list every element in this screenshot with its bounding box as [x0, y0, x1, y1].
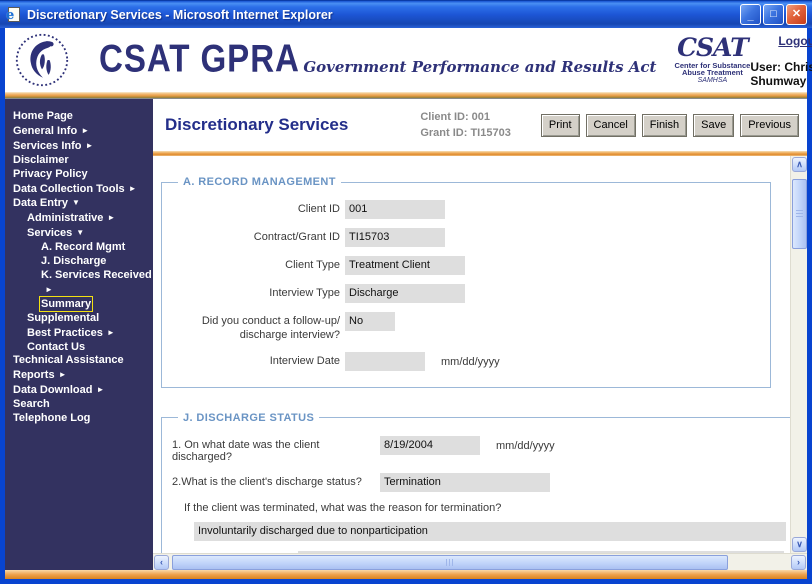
vertical-scrollbar[interactable]: ∧ ∨: [790, 156, 807, 553]
save-button[interactable]: Save: [693, 114, 734, 137]
sidebar-item-home-page[interactable]: Home Page: [13, 110, 151, 124]
field-row: Interview Date mm/dd/yyyy: [172, 352, 760, 371]
client-grant-ids: Client ID: 001 Grant ID: TI15703: [420, 109, 510, 142]
record-management-section: A. RECORD MANAGEMENT Client ID 001 Contr…: [161, 176, 771, 388]
expand-icon: ►: [81, 124, 89, 138]
window-title: Discretionary Services - Microsoft Inter…: [27, 8, 740, 22]
field-row: Did you conduct a follow-up/ discharge i…: [172, 312, 760, 343]
date-format-hint: mm/dd/yyyy: [496, 436, 555, 452]
sidebar-item-telephone-log[interactable]: Telephone Log: [13, 412, 151, 426]
sidebar-item-best-practices[interactable]: Best Practices►: [13, 326, 151, 341]
header-divider: [0, 92, 812, 99]
grant-id: Grant ID: TI15703: [420, 125, 510, 142]
contract-grant-id-field[interactable]: TI15703: [345, 228, 445, 247]
scroll-left-icon[interactable]: ‹: [154, 555, 169, 570]
vertical-scroll-thumb[interactable]: [792, 179, 807, 249]
sidebar-item-services[interactable]: Services▼: [13, 226, 151, 241]
maximize-button[interactable]: □: [763, 4, 784, 25]
date-format-hint: mm/dd/yyyy: [441, 352, 500, 368]
field-row: Contract/Grant ID TI15703: [172, 228, 760, 247]
logout-link[interactable]: Logout: [778, 34, 812, 48]
ie-page-icon: e: [6, 7, 22, 23]
sidebar-item-general-info[interactable]: General Info►: [13, 124, 151, 139]
scroll-down-icon[interactable]: ∨: [792, 537, 807, 552]
page-header: Discretionary Services Client ID: 001 Gr…: [153, 99, 807, 151]
expand-icon: ►: [129, 182, 137, 196]
field-row: Client ID 001: [172, 200, 760, 219]
app-header: CSAT GPRA Government Performance and Res…: [0, 28, 812, 92]
sidebar-item-data-collection-tools[interactable]: Data Collection Tools►: [13, 182, 151, 197]
sidebar-item-contact-us[interactable]: Contact Us: [13, 341, 151, 355]
finish-button[interactable]: Finish: [642, 114, 687, 137]
expand-icon: ►: [96, 383, 104, 397]
browser-window: e Discretionary Services - Microsoft Int…: [0, 0, 812, 584]
hhs-logo: [13, 32, 71, 88]
bottom-accent-bar: [0, 570, 812, 579]
termination-prompt: If the client was terminated, what was t…: [184, 502, 790, 514]
discharge-status-section: J. DISCHARGE STATUS 1. On what date was …: [161, 412, 790, 554]
other-specify-field[interactable]: [298, 551, 784, 554]
sidebar-item-administrative[interactable]: Administrative►: [13, 211, 151, 226]
question-row: 1. On what date was the client discharge…: [172, 436, 790, 463]
collapse-icon: ▼: [76, 226, 84, 240]
close-button[interactable]: ✕: [786, 4, 807, 25]
discharge-status-field[interactable]: Termination: [380, 473, 550, 492]
client-id-field[interactable]: 001: [345, 200, 445, 219]
sidebar-nav: Home Page General Info► Services Info► D…: [5, 99, 153, 570]
expand-icon: ►: [45, 283, 53, 297]
sidebar-item-reports[interactable]: Reports►: [13, 368, 151, 383]
form-content: A. RECORD MANAGEMENT Client ID 001 Contr…: [153, 156, 790, 553]
field-row: Client Type Treatment Client: [172, 256, 760, 275]
sidebar-item-technical-assistance[interactable]: Technical Assistance: [13, 354, 151, 368]
brand-block: CSAT GPRA Government Performance and Res…: [99, 39, 656, 81]
followup-interview-field[interactable]: No: [345, 312, 395, 331]
interview-date-field[interactable]: [345, 352, 425, 371]
collapse-icon: ▼: [72, 196, 80, 210]
cancel-button[interactable]: Cancel: [586, 114, 636, 137]
title-bar: e Discretionary Services - Microsoft Int…: [0, 0, 812, 28]
window-border-bottom: [0, 579, 812, 584]
termination-reason-field[interactable]: Involuntarily discharged due to nonparti…: [194, 522, 786, 541]
scroll-up-icon[interactable]: ∧: [792, 157, 807, 172]
sidebar-item-supplemental[interactable]: Supplemental: [13, 312, 151, 326]
sidebar-item-disclaimer[interactable]: Disclaimer: [13, 154, 151, 168]
expand-icon: ►: [107, 326, 115, 340]
horizontal-scroll-thumb[interactable]: [172, 555, 728, 570]
brand-title: CSAT GPRA: [99, 36, 300, 81]
discharge-date-field[interactable]: 8/19/2004: [380, 436, 480, 455]
interview-type-field[interactable]: Discharge: [345, 284, 465, 303]
other-specify-label: Other (Specify): [204, 551, 278, 554]
expand-icon: ►: [107, 211, 115, 225]
sidebar-item-k-services-received[interactable]: K. Services Received►: [13, 269, 151, 298]
sidebar-item-data-download[interactable]: Data Download►: [13, 383, 151, 398]
question-row: 2.What is the client's discharge status?…: [172, 473, 790, 492]
previous-button[interactable]: Previous: [740, 114, 799, 137]
expand-icon: ►: [59, 368, 67, 382]
record-management-legend: A. RECORD MANAGEMENT: [178, 176, 341, 188]
csat-logo: CSAT Center for Substance Abuse Treatmen…: [674, 35, 750, 84]
sidebar-item-summary[interactable]: Summary: [13, 298, 151, 312]
client-id: Client ID: 001: [420, 109, 510, 126]
discharge-status-legend: J. DISCHARGE STATUS: [178, 412, 319, 424]
minimize-button[interactable]: _: [740, 4, 761, 25]
client-type-field[interactable]: Treatment Client: [345, 256, 465, 275]
sidebar-item-services-info[interactable]: Services Info►: [13, 139, 151, 154]
sidebar-item-search[interactable]: Search: [13, 398, 151, 412]
sidebar-item-data-entry[interactable]: Data Entry▼: [13, 196, 151, 211]
sidebar-item-j-discharge[interactable]: J. Discharge: [13, 255, 151, 269]
expand-icon: ►: [85, 139, 93, 153]
user-name: User: Christopher Shumway: [750, 60, 812, 88]
scroll-right-icon[interactable]: ›: [791, 555, 806, 570]
brand-tagline: Government Performance and Results Act: [303, 58, 656, 76]
field-row: Interview Type Discharge: [172, 284, 760, 303]
sidebar-item-a-record-mgmt[interactable]: A. Record Mgmt: [13, 241, 151, 255]
sidebar-item-privacy-policy[interactable]: Privacy Policy: [13, 168, 151, 182]
page-title: Discretionary Services: [165, 115, 348, 135]
print-button[interactable]: Print: [541, 114, 580, 137]
horizontal-scrollbar[interactable]: ‹ ›: [153, 553, 807, 570]
